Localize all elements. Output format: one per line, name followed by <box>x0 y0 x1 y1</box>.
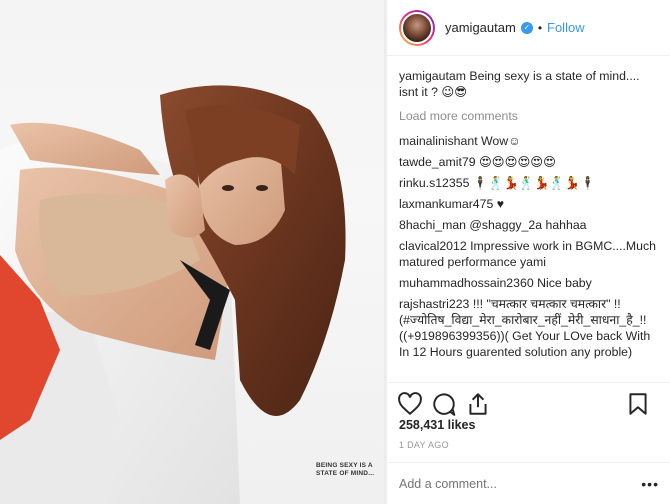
comment-username[interactable]: mainalinishant <box>399 134 478 148</box>
post-sidebar: yamigautam ✓ • Follow yamigautam Being s… <box>386 0 670 504</box>
load-more-comments-button[interactable]: Load more comments <box>399 108 661 124</box>
comment-item: rajshastri223 !!! "चमत्कार चमत्कार चमत्क… <box>399 296 661 360</box>
comment-username[interactable]: 8hachi_man <box>399 218 466 232</box>
caption-username[interactable]: yamigautam <box>399 69 466 83</box>
more-options-icon[interactable]: ••• <box>641 476 659 492</box>
photo-caption: BEING SEXY IS A STATE OF MIND... <box>316 462 375 477</box>
heart-icon[interactable] <box>397 391 423 417</box>
comment-username[interactable]: clavical2012 <box>399 239 467 253</box>
comment-text: 😍😍😍😍😍😍 <box>478 155 556 169</box>
comment-username[interactable]: tawde_amit79 <box>399 155 476 169</box>
comment-item: rinku.s12355 🕴🕺💃🕺💃🕺💃🕴 <box>399 175 661 191</box>
bookmark-icon[interactable] <box>625 391 651 417</box>
comments-list: yamigautam Being sexy is a state of mind… <box>399 68 661 380</box>
comment-username[interactable]: muhammadhossain2360 <box>399 276 534 290</box>
comment-item: 8hachi_man @shaggy_2a hahhaa <box>399 217 661 233</box>
comment-username[interactable]: rinku.s12355 <box>399 176 469 190</box>
comment-text: @shaggy_2a hahhaa <box>469 218 587 232</box>
comment-text: 🕴🕺💃🕺💃🕺💃🕴 <box>472 176 596 190</box>
post-image <box>0 0 386 504</box>
follow-button[interactable]: Follow <box>547 20 585 35</box>
comment-item: mainalinishant Wow☺ <box>399 133 661 149</box>
comment-text: ♥ <box>496 197 505 211</box>
likes-count[interactable]: 258,431 likes <box>399 418 475 432</box>
comment-text: Nice baby <box>537 276 592 290</box>
comment-icon[interactable] <box>431 391 457 417</box>
verified-badge-icon: ✓ <box>520 21 533 34</box>
comment-item: tawde_amit79 😍😍😍😍😍😍 <box>399 154 661 170</box>
post-photo[interactable]: BEING SEXY IS A STATE OF MIND... <box>0 0 386 504</box>
separator-dot: • <box>537 20 543 35</box>
comment-item: laxmankumar475 ♥ <box>399 196 661 212</box>
action-bar <box>387 382 670 422</box>
add-comment-input[interactable] <box>399 476 642 491</box>
comment-item: clavical2012 Impressive work in BGMC....… <box>399 238 661 270</box>
post-timestamp: 1 DAY AGO <box>399 440 449 450</box>
comment-username[interactable]: laxmankumar475 <box>399 197 493 211</box>
comment-text: Wow☺ <box>481 134 521 148</box>
header-username[interactable]: yamigautam <box>445 20 516 35</box>
comment-item: muhammadhossain2360 Nice baby <box>399 275 661 291</box>
post-header: yamigautam ✓ • Follow <box>387 0 670 56</box>
comment-username[interactable]: rajshastri223 <box>399 297 469 311</box>
avatar[interactable] <box>399 9 435 46</box>
share-icon[interactable] <box>465 391 491 417</box>
add-comment-row: ••• <box>387 462 670 504</box>
caption: yamigautam Being sexy is a state of mind… <box>399 68 661 100</box>
